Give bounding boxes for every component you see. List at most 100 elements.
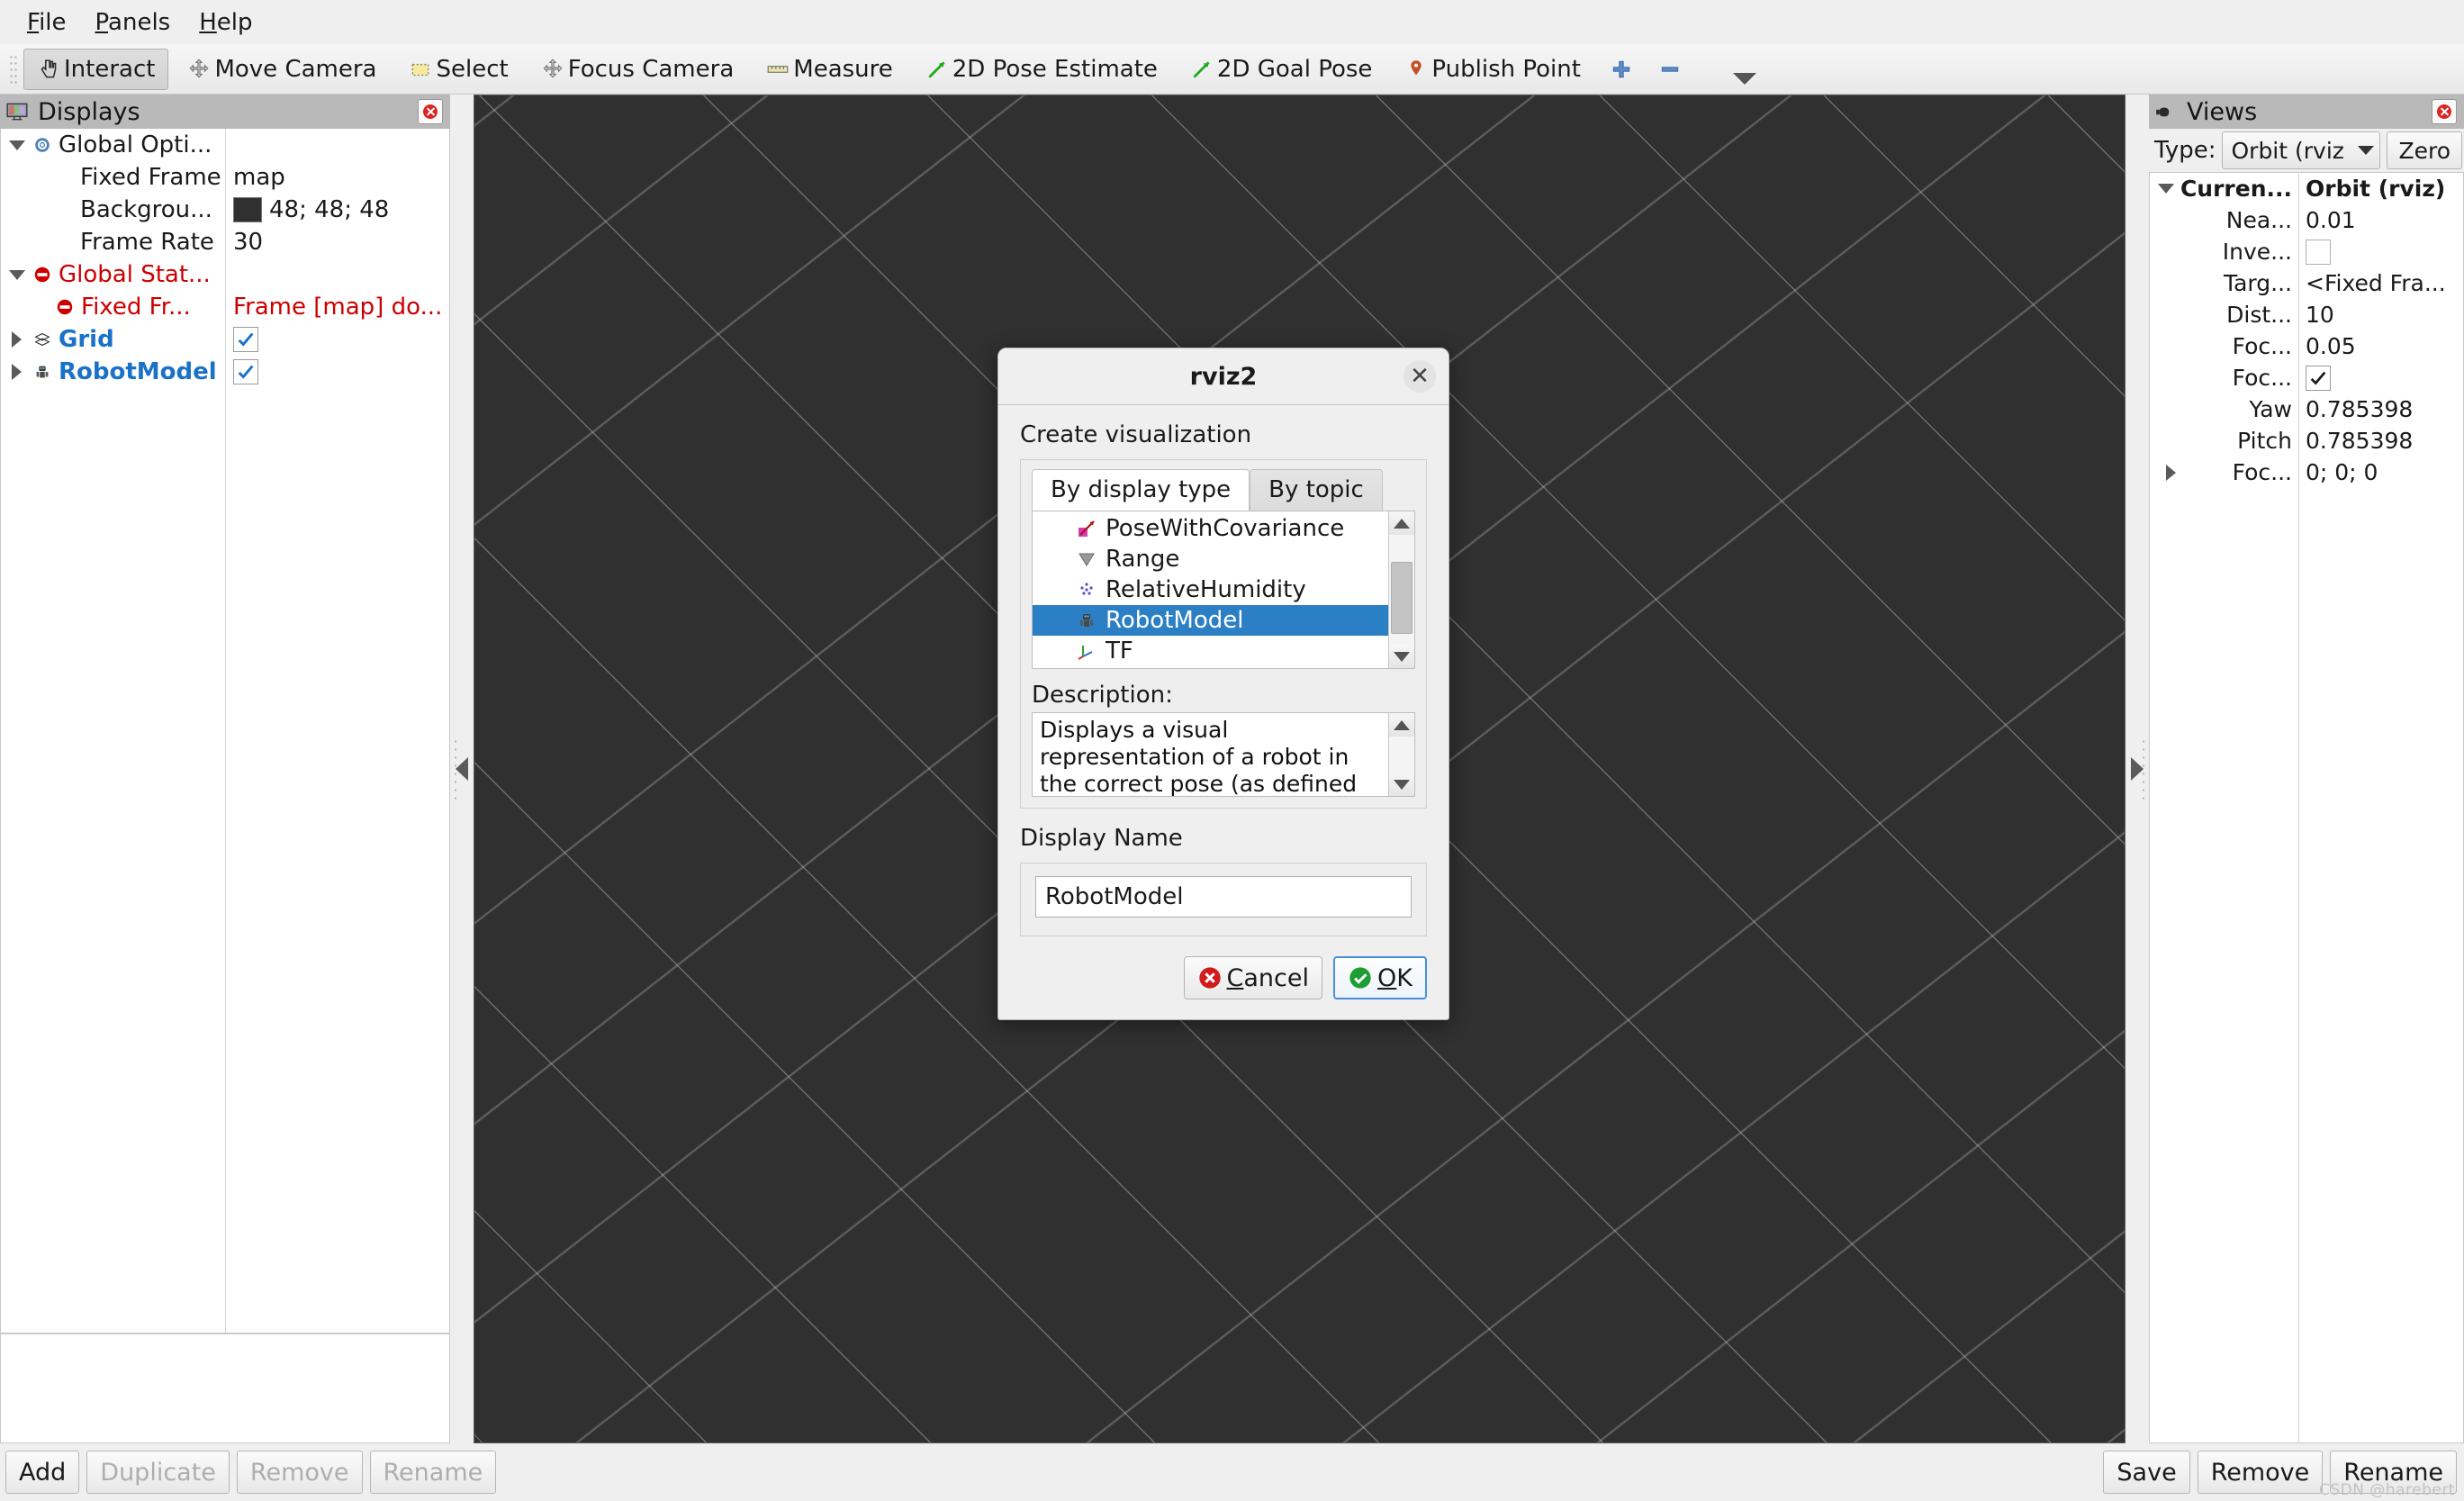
twisty-right-icon[interactable] — [12, 331, 22, 348]
robot-icon — [36, 366, 49, 378]
twisty-right-icon[interactable] — [2166, 464, 2176, 481]
tool-measure-label: Measure — [793, 55, 893, 83]
view-type-select[interactable]: Orbit (rviz — [2222, 131, 2381, 169]
bottom-bar: Add Duplicate Remove Rename Save Remove … — [0, 1443, 2464, 1501]
list-item[interactable]: RelativeHumidity — [1033, 574, 1388, 605]
duplicate-button[interactable]: Duplicate — [86, 1451, 230, 1494]
table-row[interactable]: Yaw 0.785398 — [2150, 393, 2463, 425]
tool-select[interactable]: Select — [395, 49, 521, 90]
remove-button[interactable]: Remove — [236, 1451, 363, 1494]
listbox-scrollbar[interactable] — [1388, 511, 1414, 668]
remove-view-button[interactable]: Remove — [2197, 1451, 2324, 1494]
tool-2d-pose-estimate[interactable]: 2D Pose Estimate — [912, 49, 1171, 90]
twisty-right-icon[interactable] — [12, 364, 22, 380]
tool-2d-goal-pose[interactable]: 2D Goal Pose — [1177, 49, 1386, 90]
focus-camera-icon — [543, 58, 563, 77]
table-row[interactable]: Pitch 0.785398 — [2150, 425, 2463, 457]
tab-by-topic[interactable]: By topic — [1250, 469, 1383, 511]
table-row[interactable]: Foc... 0.05 — [2150, 330, 2463, 362]
tool-interact[interactable]: Interact — [23, 48, 169, 90]
menu-panels[interactable]: Panels — [81, 7, 185, 38]
tool-focus-camera[interactable]: Focus Camera — [528, 49, 748, 90]
twisty-down-icon[interactable] — [2158, 184, 2174, 194]
left-splitter-collapse-handle[interactable] — [450, 95, 474, 1443]
row-label: Nea... — [2225, 207, 2292, 233]
list-item-selected[interactable]: RobotModel — [1033, 605, 1388, 636]
views-panel: Views Type: Orbit (rviz Zero Curren... O… — [2149, 95, 2464, 1443]
save-view-button[interactable]: Save — [2103, 1451, 2190, 1494]
row-checkbox-checked[interactable] — [2306, 365, 2331, 391]
list-item-label: RobotModel — [1106, 607, 1244, 634]
row-enabled-checkbox[interactable] — [233, 359, 258, 384]
row-checkbox-unchecked[interactable] — [2306, 239, 2331, 265]
row-label: RobotModel — [59, 358, 217, 385]
tab-by-display-type[interactable]: By display type — [1032, 469, 1250, 511]
twisty-down-icon[interactable] — [9, 269, 25, 280]
tool-move-camera[interactable]: Move Camera — [174, 49, 390, 90]
row-label: Backgrou... — [80, 196, 212, 223]
table-row[interactable]: Curren... Orbit (rviz) — [2150, 173, 2463, 204]
scroll-up-button[interactable] — [1389, 713, 1414, 737]
row-value: Frame [map] do... — [233, 294, 443, 321]
menu-file[interactable]: File — [13, 7, 81, 38]
table-row[interactable]: Dist... 10 — [2150, 299, 2463, 330]
displays-tree[interactable]: Global Opti... Fixed Frame map Backgrou.… — [0, 129, 450, 1334]
scrollbar-track[interactable] — [1389, 535, 1414, 645]
scrollbar-track[interactable] — [1389, 737, 1414, 773]
displays-panel-close-icon[interactable] — [418, 99, 443, 124]
toolbar-overflow-chevron-down-icon[interactable] — [1732, 73, 1756, 85]
table-row[interactable]: Nea... 0.01 — [2150, 204, 2463, 236]
views-panel-close-icon[interactable] — [2432, 99, 2457, 124]
error-circle-icon — [1198, 967, 1221, 989]
row-label: Foc... — [2232, 459, 2292, 485]
ok-button[interactable]: OK — [1333, 956, 1427, 999]
watermark: CSDN @harebert — [2318, 1481, 2455, 1499]
tool-remove-tool[interactable] — [1648, 49, 1692, 90]
cancel-button[interactable]: Cancel — [1183, 956, 1323, 999]
right-splitter-collapse-handle[interactable] — [2126, 95, 2149, 1443]
add-button[interactable]: Add — [5, 1451, 80, 1494]
row-value: <Fixed Fra... — [2306, 270, 2446, 296]
display-name-group: RobotModel — [1020, 863, 1427, 936]
description-scrollbar[interactable] — [1388, 713, 1414, 796]
tool-publish-point[interactable]: Publish Point — [1391, 49, 1594, 90]
scroll-down-button[interactable] — [1389, 773, 1414, 796]
tool-add-tool[interactable] — [1600, 49, 1643, 90]
view-type-value: Orbit (rviz — [2231, 137, 2344, 164]
table-row[interactable]: Inve... — [2150, 236, 2463, 267]
goal-arrow-green-icon — [1193, 60, 1210, 78]
color-swatch[interactable] — [233, 197, 262, 222]
zero-button[interactable]: Zero — [2387, 131, 2462, 169]
menu-help[interactable]: Help — [185, 7, 266, 38]
tool-focus-camera-label: Focus Camera — [567, 55, 735, 83]
chevron-down-icon — [1394, 779, 1410, 790]
chevron-left-icon[interactable] — [456, 757, 468, 781]
scroll-up-button[interactable] — [1389, 511, 1414, 535]
row-label: Yaw — [2249, 396, 2292, 422]
humidity-dots-icon — [1080, 583, 1093, 595]
views-column-separator — [2298, 173, 2299, 1442]
toolbar-drag-handle[interactable] — [9, 53, 18, 85]
list-item[interactable]: PoseWithCovariance — [1033, 513, 1388, 544]
row-value: 0.785398 — [2306, 396, 2414, 422]
table-row[interactable]: Foc... 0; 0; 0 — [2150, 457, 2463, 488]
scrollbar-thumb[interactable] — [1391, 562, 1413, 634]
display-type-listbox[interactable]: PoseWithCovariance Range RelativeHumidit… — [1032, 511, 1415, 669]
list-item[interactable]: Range — [1033, 544, 1388, 574]
display-name-input[interactable]: RobotModel — [1035, 876, 1412, 918]
row-enabled-checkbox[interactable] — [233, 327, 258, 352]
scroll-down-button[interactable] — [1389, 645, 1414, 668]
displays-column-separator — [225, 129, 226, 1333]
menu-label-rest: ile — [39, 8, 67, 36]
table-row[interactable]: Targ... <Fixed Fra... — [2150, 267, 2463, 299]
row-label: Foc... — [2232, 365, 2292, 391]
table-row[interactable]: Foc... — [2150, 362, 2463, 393]
rename-button[interactable]: Rename — [369, 1451, 497, 1494]
tool-measure[interactable]: Measure — [753, 49, 907, 90]
dialog-close-icon[interactable]: ✕ — [1403, 360, 1436, 393]
views-properties-tree[interactable]: Curren... Orbit (rviz) Nea... 0.01 Inve.… — [2149, 172, 2464, 1443]
twisty-down-icon[interactable] — [9, 140, 25, 150]
minus-icon — [1661, 66, 1679, 72]
row-label: Pitch — [2237, 428, 2292, 454]
list-item[interactable]: TF — [1033, 636, 1388, 666]
